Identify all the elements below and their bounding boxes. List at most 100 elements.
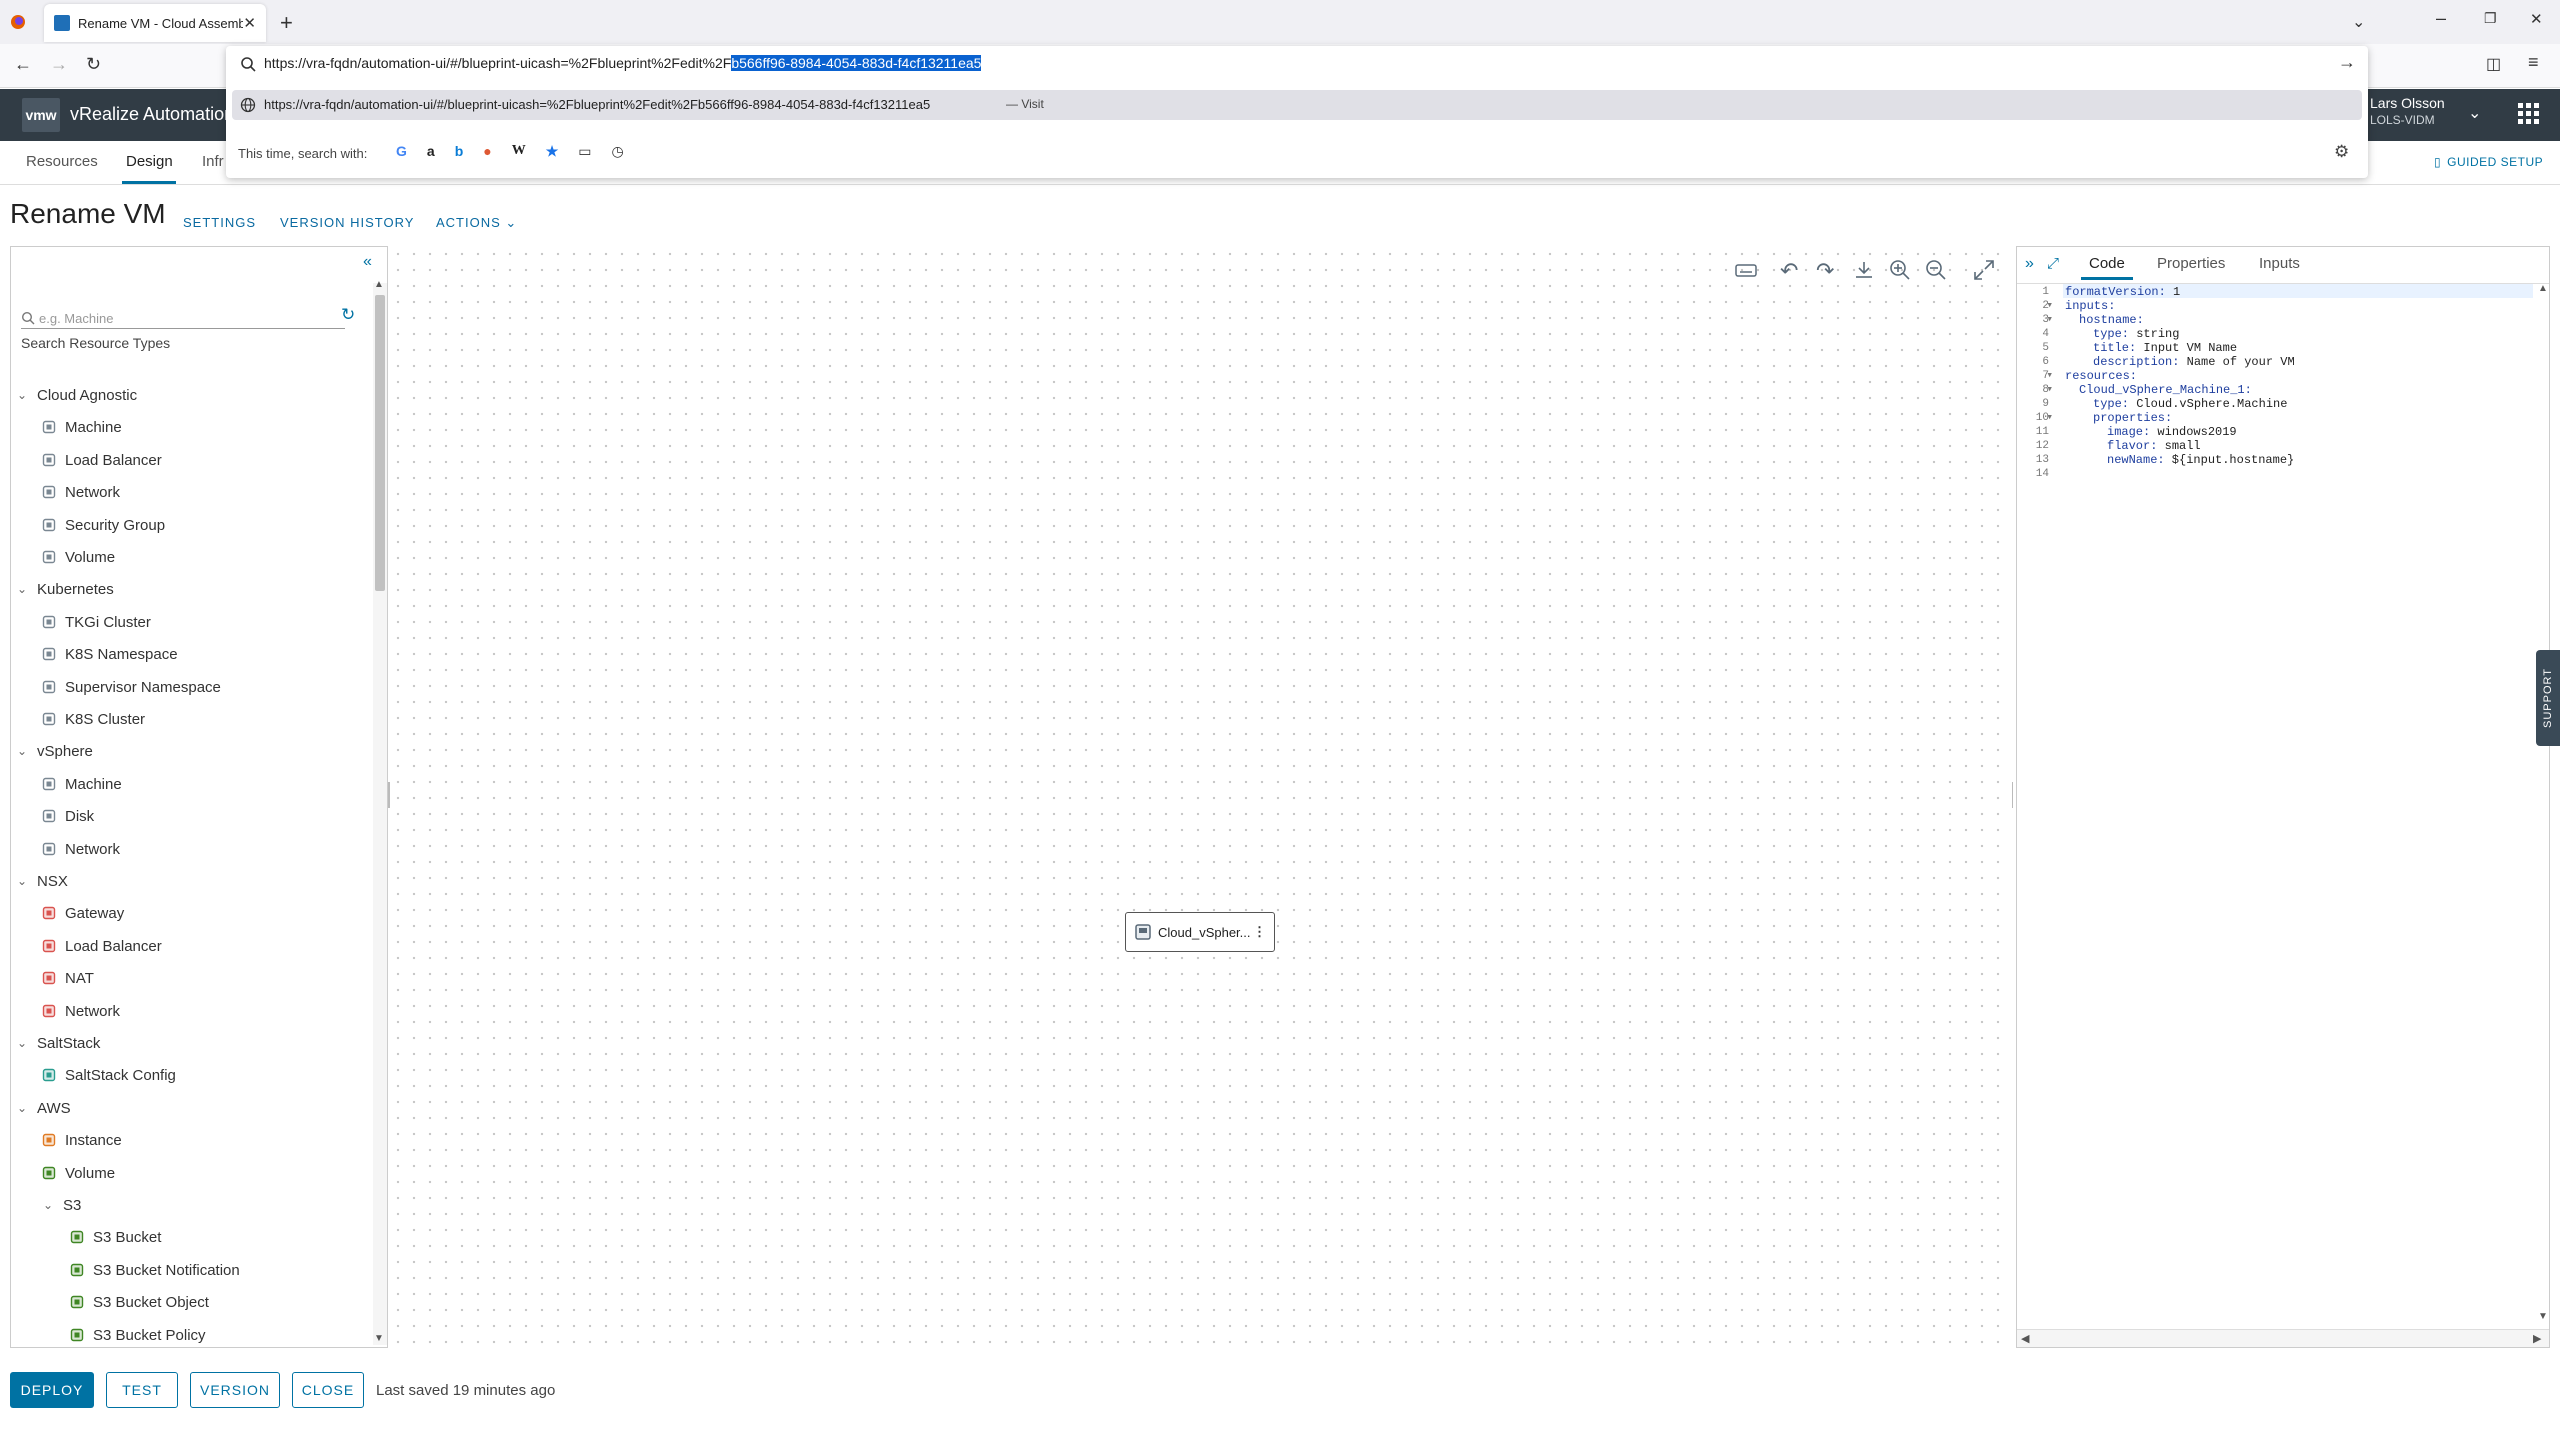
tree-category[interactable]: ⌄ AWS [15, 1096, 71, 1120]
nav-infrastructure[interactable]: Infr [202, 153, 224, 170]
menu-icon[interactable]: ≡ [2528, 52, 2539, 73]
tree-item[interactable]: S3 Bucket Object [69, 1290, 209, 1314]
code-v-scrollbar[interactable]: ▲ ▼ [2537, 283, 2549, 1327]
history-icon[interactable]: ◷ [612, 143, 624, 160]
go-arrow-icon[interactable]: → [2338, 52, 2356, 73]
zoom-in-icon[interactable] [1888, 258, 1912, 282]
tree-item[interactable]: Gateway [41, 901, 124, 925]
tab-inputs[interactable]: Inputs [2259, 255, 2300, 272]
chevron-down-icon[interactable]: ⌄ [15, 1036, 29, 1050]
tree-item[interactable]: K8S Cluster [41, 707, 145, 731]
tree-item[interactable]: Supervisor Namespace [41, 675, 221, 699]
amazon-icon[interactable]: a [427, 143, 435, 160]
zoom-out-icon[interactable] [1924, 258, 1948, 282]
fold-toggle-icon[interactable]: ▾ [2033, 369, 2053, 383]
bookmarks-icon[interactable]: ★ [546, 143, 559, 160]
palette-scrollbar[interactable]: ▲ ▼ [373, 279, 387, 1345]
fold-toggle-icon[interactable]: ▾ [2033, 299, 2053, 313]
version-history-link[interactable]: VERSION HISTORY [280, 215, 414, 230]
code-scroll-right-icon[interactable]: ▶ [2533, 1332, 2541, 1345]
google-icon[interactable]: G [396, 143, 407, 160]
code-scroll-left-icon[interactable]: ◀ [2021, 1332, 2029, 1345]
tree-item[interactable]: S3 Bucket Policy [69, 1323, 206, 1347]
tree-category[interactable]: ⌄ vSphere [15, 739, 93, 763]
window-close-icon[interactable]: ✕ [2530, 10, 2543, 28]
tree-item[interactable]: Machine [41, 772, 122, 796]
user-chevron-icon[interactable]: ⌄ [2468, 103, 2481, 123]
app-grid-icon[interactable] [2518, 103, 2540, 125]
tree-item[interactable]: Volume [41, 1161, 115, 1185]
tree-category[interactable]: ⌄ S3 [41, 1193, 81, 1217]
scroll-down-icon[interactable]: ▼ [374, 1333, 384, 1344]
tree-item[interactable]: Disk [41, 804, 94, 828]
palette-scrollbar-thumb[interactable] [375, 295, 385, 591]
node-menu-icon[interactable]: ⋮ [1253, 924, 1266, 940]
tree-item[interactable]: Volume [41, 545, 115, 569]
forward-icon[interactable]: → [50, 54, 68, 75]
wikipedia-icon[interactable]: W [512, 143, 526, 160]
duckduckgo-icon[interactable]: ● [483, 143, 491, 160]
url-input[interactable]: https://vra-fqdn/automation-ui/#/bluepri… [264, 55, 982, 71]
tree-item[interactable]: Security Group [41, 513, 165, 537]
actions-dropdown[interactable]: ACTIONS ⌄ [436, 215, 517, 231]
chevron-down-icon[interactable]: ⌄ [41, 1198, 55, 1212]
browser-tab[interactable]: Rename VM - Cloud Assembly ✕ [44, 4, 266, 42]
tab-close-icon[interactable]: ✕ [243, 14, 256, 32]
fold-toggle-icon[interactable]: ▾ [2033, 383, 2053, 397]
scroll-up-icon[interactable]: ▲ [374, 279, 384, 290]
reload-icon[interactable]: ↻ [86, 54, 101, 75]
restore-icon[interactable]: ❐ [2484, 10, 2497, 27]
expand-right-icon[interactable]: » [2025, 255, 2034, 273]
tab-properties[interactable]: Properties [2157, 255, 2225, 272]
maximize-editor-icon[interactable]: ⤢ [2047, 255, 2059, 272]
fold-toggle-icon[interactable]: ▾ [2033, 313, 2053, 327]
undo-icon[interactable]: ↶ [1780, 258, 1804, 283]
tree-item[interactable]: S3 Bucket [69, 1225, 161, 1249]
chevron-down-icon[interactable]: ⌄ [15, 744, 29, 758]
fit-to-screen-icon[interactable] [1972, 258, 1996, 282]
list-tabs-icon[interactable]: ⌄ [2352, 12, 2365, 32]
tree-item[interactable]: Instance [41, 1128, 122, 1152]
tree-category[interactable]: ⌄ NSX [15, 869, 68, 893]
tree-category[interactable]: ⌄ Cloud Agnostic [15, 383, 137, 407]
bing-icon[interactable]: b [455, 143, 464, 160]
tree-item[interactable]: SaltStack Config [41, 1063, 176, 1087]
resource-search-input[interactable]: e.g. Machine [21, 307, 345, 329]
back-icon[interactable]: ← [14, 54, 32, 75]
minimize-icon[interactable]: – [2436, 8, 2446, 29]
fold-toggle-icon[interactable]: ▾ [2033, 411, 2053, 425]
tree-item[interactable]: Network [41, 480, 120, 504]
tab-code[interactable]: Code [2089, 255, 2125, 272]
tabs-icon[interactable]: ▭ [578, 143, 591, 160]
refresh-icon[interactable]: ↻ [341, 305, 355, 325]
tree-item[interactable]: Network [41, 999, 120, 1023]
chevron-down-icon[interactable]: ⌄ [15, 388, 29, 402]
url-suggestion[interactable]: https://vra-fqdn/automation-ui/#/bluepri… [232, 90, 2362, 120]
new-tab-icon[interactable]: + [280, 10, 293, 36]
keyboard-icon[interactable] [1734, 258, 1758, 282]
guided-setup-link[interactable]: ▯ GUIDED SETUP [2434, 155, 2543, 169]
chevron-down-icon[interactable]: ⌄ [15, 582, 29, 596]
chevron-down-icon[interactable]: ⌄ [15, 874, 29, 888]
tree-item[interactable]: Load Balancer [41, 934, 162, 958]
pocket-icon[interactable]: ◫ [2486, 54, 2501, 74]
tree-category[interactable]: ⌄ Kubernetes [15, 577, 114, 601]
nav-resources[interactable]: Resources [26, 153, 98, 170]
code-scroll-up-icon[interactable]: ▲ [2538, 283, 2548, 294]
tree-item[interactable]: NAT [41, 966, 94, 990]
canvas-node-vsphere-machine[interactable]: Cloud_vSpher... ⋮ [1125, 912, 1275, 952]
nav-design[interactable]: Design [126, 153, 173, 170]
tree-item[interactable]: TKGi Cluster [41, 610, 151, 634]
tree-item[interactable]: S3 Bucket Notification [69, 1258, 240, 1282]
download-icon[interactable] [1852, 258, 1876, 282]
redo-icon[interactable]: ↷ [1816, 258, 1840, 283]
close-button[interactable]: CLOSE [292, 1372, 364, 1408]
code-scroll-down-icon[interactable]: ▼ [2538, 1311, 2548, 1322]
tree-item[interactable]: K8S Namespace [41, 642, 178, 666]
chevron-down-icon[interactable]: ⌄ [15, 1101, 29, 1115]
search-settings-gear-icon[interactable]: ⚙ [2334, 142, 2349, 162]
user-menu[interactable]: Lars Olsson LOLS-VIDM [2370, 95, 2445, 127]
tree-category[interactable]: ⌄ SaltStack [15, 1031, 100, 1055]
tree-item[interactable]: Machine [41, 415, 122, 439]
code-area[interactable]: 1 formatVersion: 1 2 ▾ inputs: 3 ▾ hostname: 4 ty… [2017, 283, 2549, 1323]
